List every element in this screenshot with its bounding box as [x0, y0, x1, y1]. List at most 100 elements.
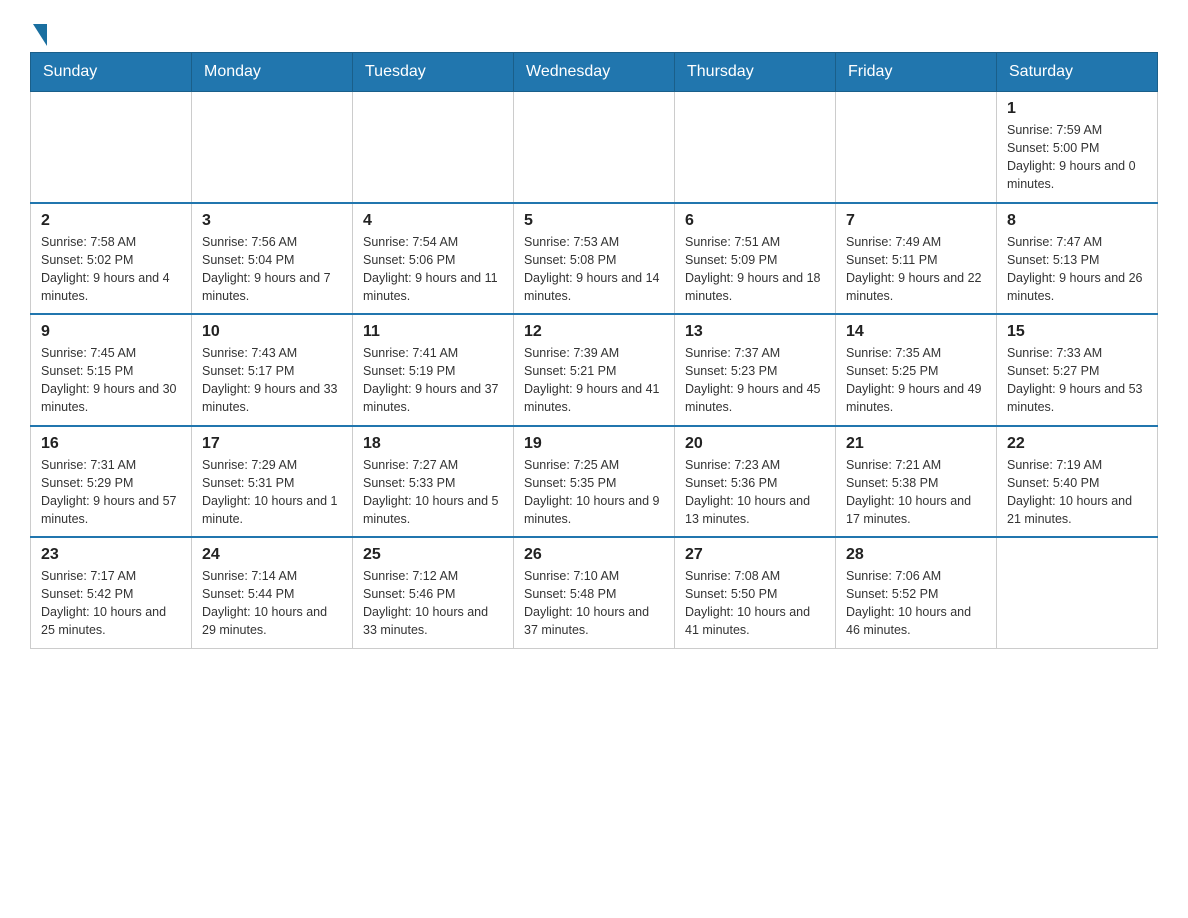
calendar-day-cell: [353, 92, 514, 203]
calendar-day-cell: 6 Sunrise: 7:51 AM Sunset: 5:09 PM Daylig…: [675, 203, 836, 315]
calendar-week-row: 2 Sunrise: 7:58 AM Sunset: 5:02 PM Daylig…: [31, 203, 1158, 315]
day-number: 4: [363, 212, 503, 230]
calendar-day-cell: [675, 92, 836, 203]
day-of-week-header: Sunday: [31, 53, 192, 92]
calendar-day-cell: [514, 92, 675, 203]
day-number: 2: [41, 212, 181, 230]
day-sun-info: Sunrise: 7:27 AM Sunset: 5:33 PM Dayligh…: [363, 456, 503, 529]
day-number: 9: [41, 323, 181, 341]
calendar-week-row: 23 Sunrise: 7:17 AM Sunset: 5:42 PM Dayli…: [31, 537, 1158, 648]
calendar-day-cell: [997, 537, 1158, 648]
day-number: 10: [202, 323, 342, 341]
day-sun-info: Sunrise: 7:58 AM Sunset: 5:02 PM Dayligh…: [41, 233, 181, 306]
day-number: 6: [685, 212, 825, 230]
day-number: 22: [1007, 435, 1147, 453]
day-number: 20: [685, 435, 825, 453]
calendar-day-cell: 4 Sunrise: 7:54 AM Sunset: 5:06 PM Daylig…: [353, 203, 514, 315]
day-sun-info: Sunrise: 7:08 AM Sunset: 5:50 PM Dayligh…: [685, 567, 825, 640]
day-of-week-header: Thursday: [675, 53, 836, 92]
day-number: 8: [1007, 212, 1147, 230]
calendar-day-cell: 23 Sunrise: 7:17 AM Sunset: 5:42 PM Dayli…: [31, 537, 192, 648]
day-sun-info: Sunrise: 7:29 AM Sunset: 5:31 PM Dayligh…: [202, 456, 342, 529]
day-of-week-header: Tuesday: [353, 53, 514, 92]
calendar-day-cell: 10 Sunrise: 7:43 AM Sunset: 5:17 PM Dayli…: [192, 314, 353, 426]
day-sun-info: Sunrise: 7:19 AM Sunset: 5:40 PM Dayligh…: [1007, 456, 1147, 529]
calendar-header-row: SundayMondayTuesdayWednesdayThursdayFrid…: [31, 53, 1158, 92]
day-sun-info: Sunrise: 7:43 AM Sunset: 5:17 PM Dayligh…: [202, 344, 342, 417]
day-sun-info: Sunrise: 7:41 AM Sunset: 5:19 PM Dayligh…: [363, 344, 503, 417]
calendar-week-row: 9 Sunrise: 7:45 AM Sunset: 5:15 PM Daylig…: [31, 314, 1158, 426]
logo-arrow-icon: [33, 24, 47, 46]
calendar-day-cell: 5Sunrise: 7:53 AM Sunset: 5:08 PM Daylig…: [514, 203, 675, 315]
calendar-day-cell: 11 Sunrise: 7:41 AM Sunset: 5:19 PM Dayli…: [353, 314, 514, 426]
calendar-day-cell: 13 Sunrise: 7:37 AM Sunset: 5:23 PM Dayli…: [675, 314, 836, 426]
calendar-day-cell: 9 Sunrise: 7:45 AM Sunset: 5:15 PM Daylig…: [31, 314, 192, 426]
logo: [30, 20, 47, 42]
day-sun-info: Sunrise: 7:59 AM Sunset: 5:00 PM Dayligh…: [1007, 121, 1147, 194]
calendar-table: SundayMondayTuesdayWednesdayThursdayFrid…: [30, 52, 1158, 649]
day-sun-info: Sunrise: 7:06 AM Sunset: 5:52 PM Dayligh…: [846, 567, 986, 640]
day-sun-info: Sunrise: 7:39 AM Sunset: 5:21 PM Dayligh…: [524, 344, 664, 417]
day-sun-info: Sunrise: 7:53 AM Sunset: 5:08 PM Dayligh…: [524, 233, 664, 306]
calendar-day-cell: 20 Sunrise: 7:23 AM Sunset: 5:36 PM Dayli…: [675, 426, 836, 538]
day-sun-info: Sunrise: 7:12 AM Sunset: 5:46 PM Dayligh…: [363, 567, 503, 640]
day-number: 24: [202, 546, 342, 564]
calendar-day-cell: 28 Sunrise: 7:06 AM Sunset: 5:52 PM Dayli…: [836, 537, 997, 648]
day-sun-info: Sunrise: 7:21 AM Sunset: 5:38 PM Dayligh…: [846, 456, 986, 529]
day-number: 25: [363, 546, 503, 564]
day-number: 17: [202, 435, 342, 453]
calendar-day-cell: 3 Sunrise: 7:56 AM Sunset: 5:04 PM Daylig…: [192, 203, 353, 315]
calendar-day-cell: 25 Sunrise: 7:12 AM Sunset: 5:46 PM Dayli…: [353, 537, 514, 648]
calendar-day-cell: 18 Sunrise: 7:27 AM Sunset: 5:33 PM Dayli…: [353, 426, 514, 538]
day-number: 11: [363, 323, 503, 341]
day-sun-info: Sunrise: 7:56 AM Sunset: 5:04 PM Dayligh…: [202, 233, 342, 306]
calendar-day-cell: [836, 92, 997, 203]
calendar-day-cell: 19Sunrise: 7:25 AM Sunset: 5:35 PM Dayli…: [514, 426, 675, 538]
calendar-day-cell: [192, 92, 353, 203]
day-number: 3: [202, 212, 342, 230]
day-of-week-header: Wednesday: [514, 53, 675, 92]
day-number: 1: [1007, 100, 1147, 118]
day-sun-info: Sunrise: 7:33 AM Sunset: 5:27 PM Dayligh…: [1007, 344, 1147, 417]
calendar-day-cell: 16 Sunrise: 7:31 AM Sunset: 5:29 PM Dayli…: [31, 426, 192, 538]
day-sun-info: Sunrise: 7:45 AM Sunset: 5:15 PM Dayligh…: [41, 344, 181, 417]
calendar-day-cell: 15 Sunrise: 7:33 AM Sunset: 5:27 PM Dayli…: [997, 314, 1158, 426]
day-of-week-header: Monday: [192, 53, 353, 92]
calendar-day-cell: 2 Sunrise: 7:58 AM Sunset: 5:02 PM Daylig…: [31, 203, 192, 315]
day-sun-info: Sunrise: 7:49 AM Sunset: 5:11 PM Dayligh…: [846, 233, 986, 306]
calendar-day-cell: 27 Sunrise: 7:08 AM Sunset: 5:50 PM Dayli…: [675, 537, 836, 648]
day-number: 19: [524, 435, 664, 453]
calendar-day-cell: 14Sunrise: 7:35 AM Sunset: 5:25 PM Dayli…: [836, 314, 997, 426]
day-sun-info: Sunrise: 7:54 AM Sunset: 5:06 PM Dayligh…: [363, 233, 503, 306]
day-of-week-header: Friday: [836, 53, 997, 92]
day-number: 27: [685, 546, 825, 564]
day-number: 23: [41, 546, 181, 564]
calendar-day-cell: 8 Sunrise: 7:47 AM Sunset: 5:13 PM Daylig…: [997, 203, 1158, 315]
day-number: 14: [846, 323, 986, 341]
day-sun-info: Sunrise: 7:37 AM Sunset: 5:23 PM Dayligh…: [685, 344, 825, 417]
day-sun-info: Sunrise: 7:47 AM Sunset: 5:13 PM Dayligh…: [1007, 233, 1147, 306]
calendar-day-cell: 12 Sunrise: 7:39 AM Sunset: 5:21 PM Dayli…: [514, 314, 675, 426]
day-number: 21: [846, 435, 986, 453]
calendar-day-cell: 21 Sunrise: 7:21 AM Sunset: 5:38 PM Dayli…: [836, 426, 997, 538]
header: [30, 20, 1158, 42]
day-sun-info: Sunrise: 7:23 AM Sunset: 5:36 PM Dayligh…: [685, 456, 825, 529]
day-sun-info: Sunrise: 7:17 AM Sunset: 5:42 PM Dayligh…: [41, 567, 181, 640]
day-number: 26: [524, 546, 664, 564]
calendar-day-cell: [31, 92, 192, 203]
day-sun-info: Sunrise: 7:10 AM Sunset: 5:48 PM Dayligh…: [524, 567, 664, 640]
day-number: 18: [363, 435, 503, 453]
day-number: 7: [846, 212, 986, 230]
day-number: 15: [1007, 323, 1147, 341]
calendar-day-cell: 26 Sunrise: 7:10 AM Sunset: 5:48 PM Dayli…: [514, 537, 675, 648]
calendar-day-cell: 7 Sunrise: 7:49 AM Sunset: 5:11 PM Daylig…: [836, 203, 997, 315]
day-number: 28: [846, 546, 986, 564]
calendar-week-row: 1 Sunrise: 7:59 AM Sunset: 5:00 PM Daylig…: [31, 92, 1158, 203]
day-number: 12: [524, 323, 664, 341]
day-number: 16: [41, 435, 181, 453]
calendar-day-cell: 1 Sunrise: 7:59 AM Sunset: 5:00 PM Daylig…: [997, 92, 1158, 203]
calendar-day-cell: 24Sunrise: 7:14 AM Sunset: 5:44 PM Dayli…: [192, 537, 353, 648]
day-sun-info: Sunrise: 7:51 AM Sunset: 5:09 PM Dayligh…: [685, 233, 825, 306]
day-sun-info: Sunrise: 7:31 AM Sunset: 5:29 PM Dayligh…: [41, 456, 181, 529]
day-number: 13: [685, 323, 825, 341]
